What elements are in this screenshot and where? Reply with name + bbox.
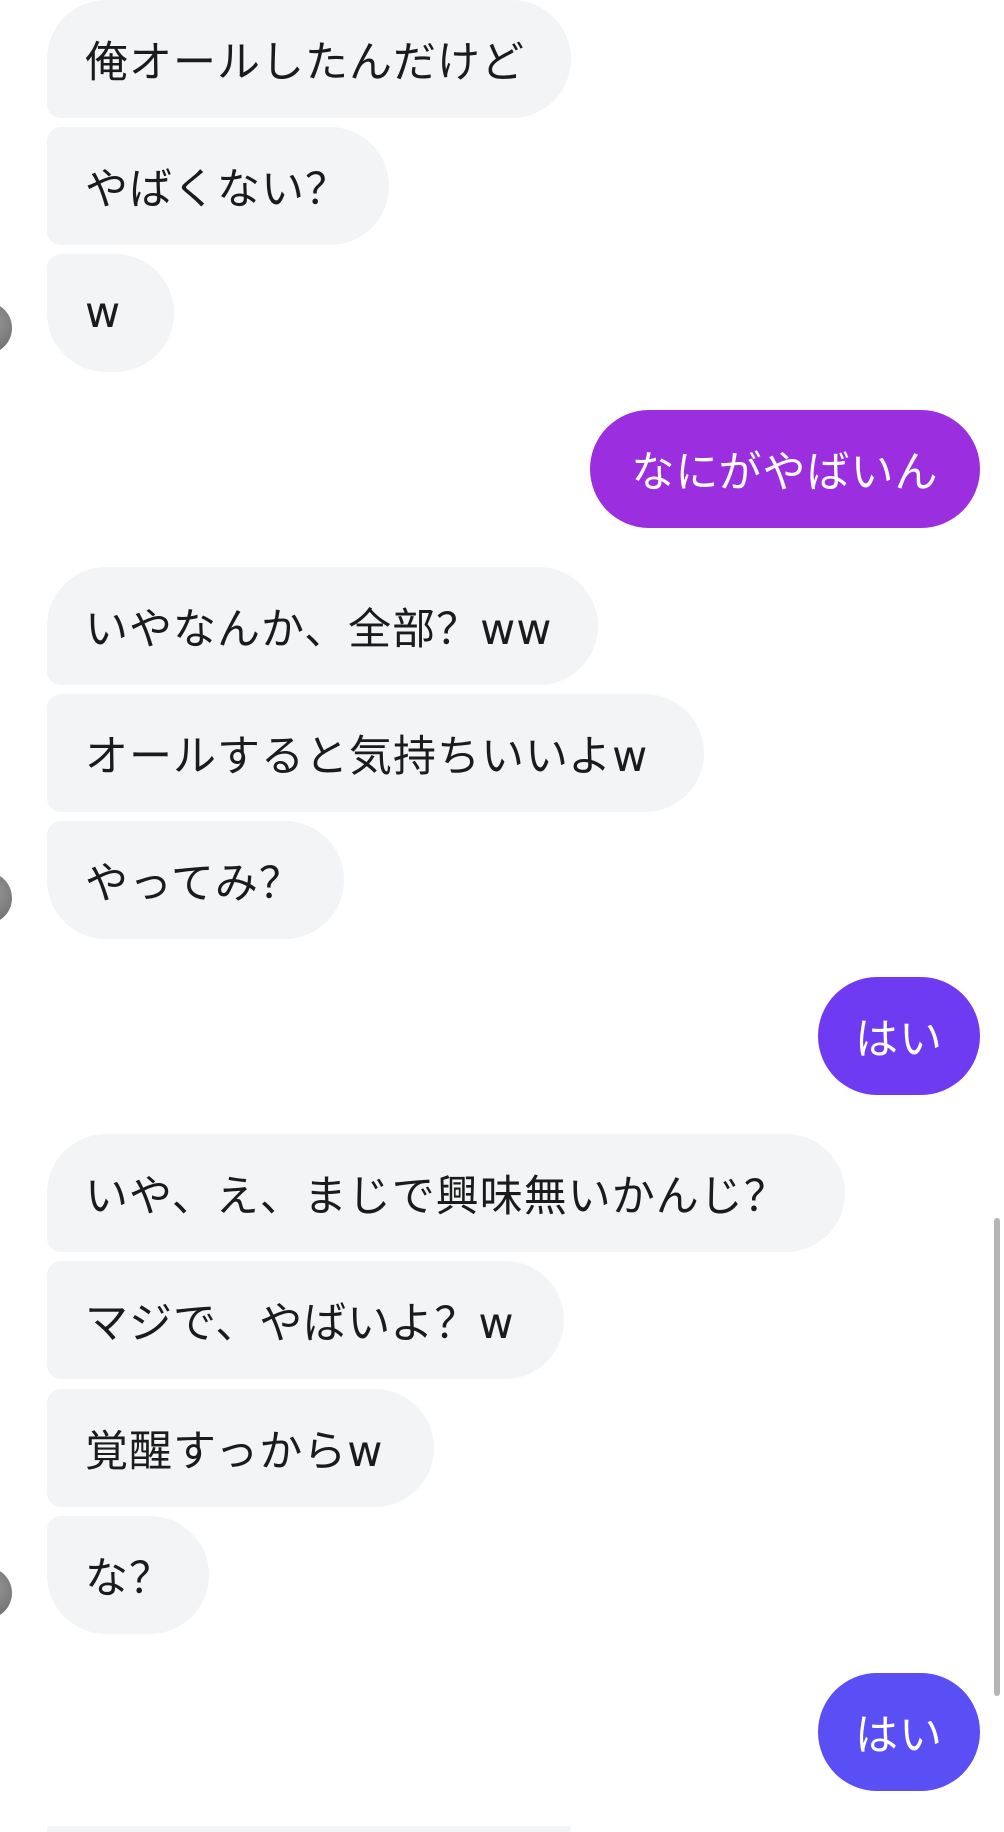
outgoing-message[interactable]: なにがやばいん (590, 410, 980, 528)
contact-avatar[interactable] (0, 302, 12, 354)
incoming-message[interactable]: な？ (47, 1516, 209, 1634)
message-text: はい (855, 1015, 943, 1065)
incoming-message[interactable]: w (47, 254, 174, 372)
chat-thread[interactable]: 俺オールしたんだけど やばくない？ w なにがやばいん いやなんか、全部？ww … (0, 0, 1004, 1832)
scrollbar[interactable] (994, 1218, 1000, 1696)
outgoing-message[interactable]: はい (818, 977, 980, 1095)
incoming-message[interactable]: やってみ？ (47, 821, 344, 939)
message-text: 覚醒すっからw (85, 1427, 384, 1477)
incoming-message[interactable]: 覚醒すっからw (47, 1389, 434, 1507)
incoming-message[interactable]: 俺オールしたんだけど (47, 0, 571, 118)
incoming-message[interactable]: いや、え、まじで興味無いかんじ？ (47, 1134, 845, 1252)
message-text: 俺オールしたんだけど (85, 38, 525, 88)
incoming-message[interactable]: いやなんか、全部？ww (47, 567, 598, 685)
contact-avatar[interactable] (0, 1567, 12, 1619)
message-text: はい (855, 1711, 943, 1761)
message-text: やばくない？ (85, 165, 349, 215)
message-text: マジで、やばいよ？w (85, 1299, 515, 1349)
message-text: オールすると気持ちいいよw (85, 732, 649, 782)
contact-avatar[interactable] (0, 872, 12, 924)
message-text: w (85, 288, 122, 338)
message-text: いや、え、まじで興味無いかんじ？ (85, 1172, 788, 1222)
message-text: いやなんか、全部？ww (85, 605, 553, 655)
message-text: なにがやばいん (631, 448, 939, 498)
incoming-message[interactable]: やばくない？ (47, 127, 389, 245)
outgoing-message[interactable]: はい (818, 1673, 980, 1791)
message-text: やってみ？ (85, 859, 303, 909)
message-text: な？ (85, 1554, 173, 1604)
incoming-message-partial[interactable] (47, 1826, 571, 1832)
incoming-message[interactable]: オールすると気持ちいいよw (47, 694, 704, 812)
incoming-message[interactable]: マジで、やばいよ？w (47, 1261, 564, 1379)
